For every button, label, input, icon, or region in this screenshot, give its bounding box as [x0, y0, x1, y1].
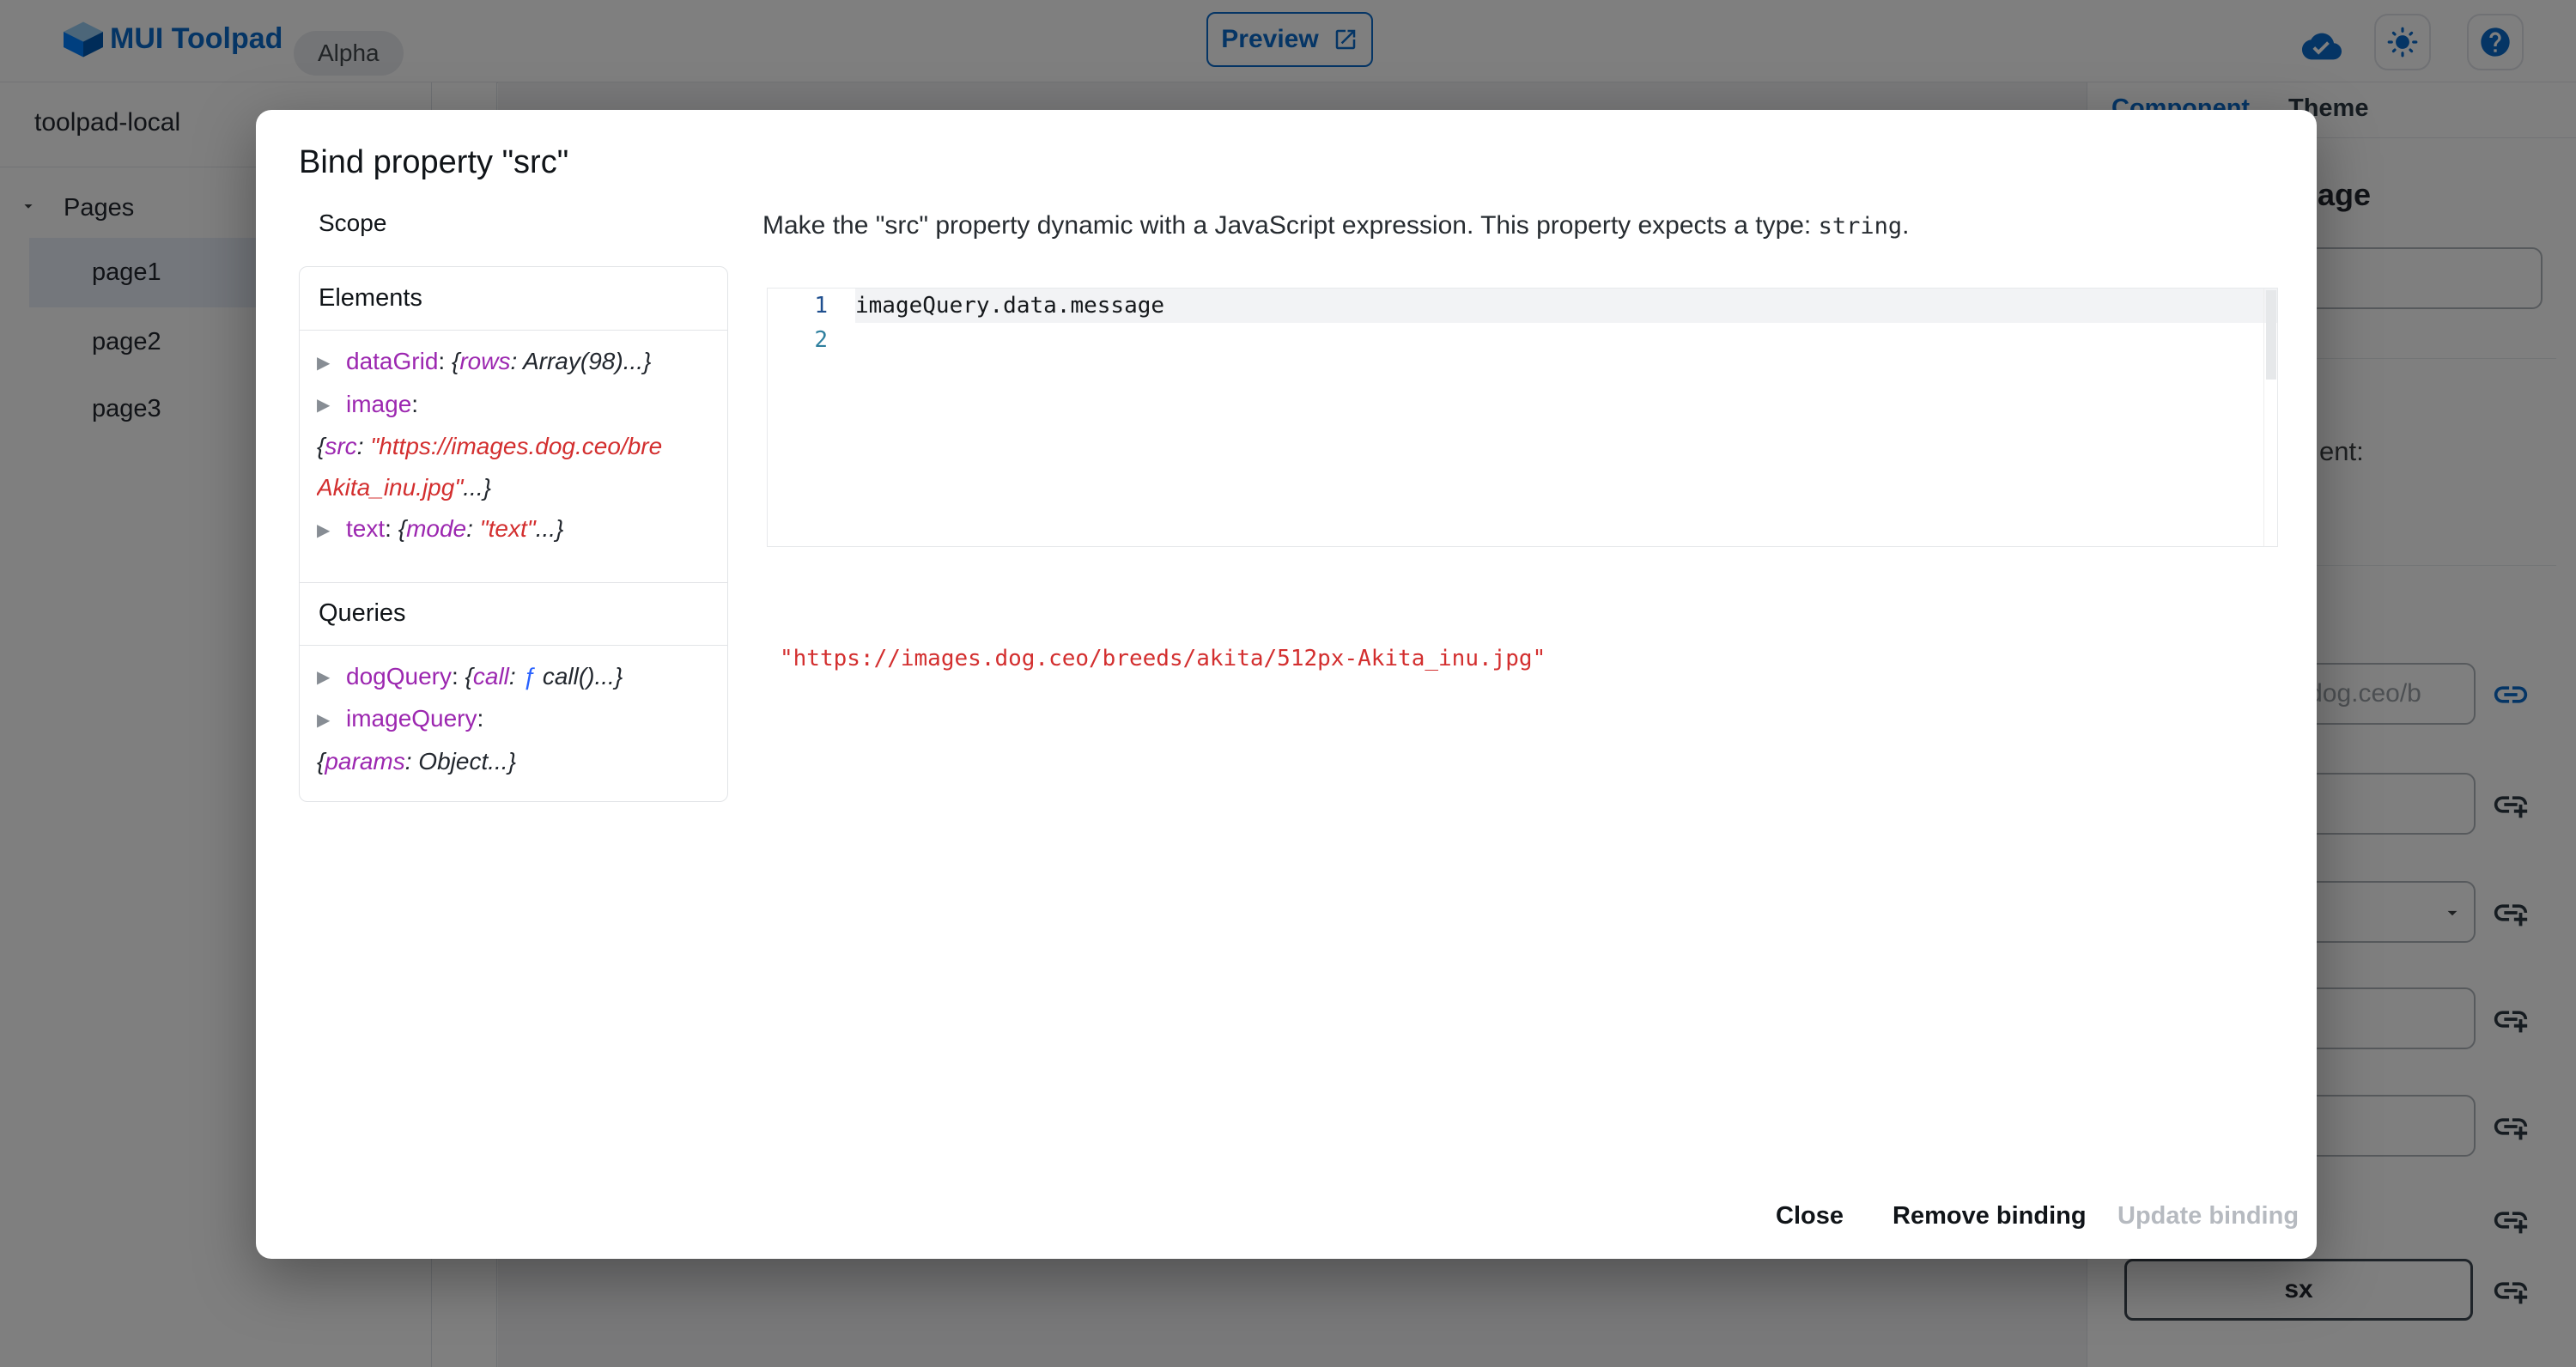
expand-arrow-icon: ▶ [317, 700, 346, 741]
scrollbar-thumb[interactable] [2266, 290, 2276, 380]
tree-item-image-preview-line1: {src: "https://images.dog.ceo/bre [317, 426, 715, 467]
editor-line: 1 imageQuery.data.message [768, 289, 2277, 323]
expand-arrow-icon: ▶ [317, 510, 346, 551]
tree-item-image-preview-line2: Akita_inu.jpg"...} [317, 467, 715, 508]
tree-item-imageQuery-preview: {params: Object...} [317, 741, 715, 782]
elements-section-header: Elements [300, 267, 727, 331]
tree-item-text[interactable]: ▶text: {mode: "text"...} [317, 508, 715, 551]
bind-property-dialog: Bind property "src" Scope Elements ▶data… [256, 110, 2317, 1259]
elements-tree: ▶dataGrid: {rows: Array(98)...} ▶image: … [300, 331, 727, 582]
scope-label: Scope [319, 210, 386, 237]
editor-code: imageQuery.data.message [855, 289, 2277, 323]
expand-arrow-icon: ▶ [317, 343, 346, 384]
expression-code-editor[interactable]: 1 imageQuery.data.message 2 [767, 288, 2278, 547]
update-binding-button[interactable]: Update binding [2117, 1202, 2299, 1230]
tree-item-image[interactable]: ▶image: [317, 384, 715, 427]
expected-type: string [1819, 213, 1903, 240]
queries-tree: ▶dogQuery: {call: ƒ call()...} ▶imageQue… [300, 646, 727, 791]
queries-section-header: Queries [300, 582, 727, 646]
tree-item-dataGrid[interactable]: ▶dataGrid: {rows: Array(98)...} [317, 341, 715, 384]
editor-scrollbar[interactable] [2263, 289, 2277, 546]
remove-binding-button[interactable]: Remove binding [1893, 1202, 2087, 1230]
expand-arrow-icon: ▶ [317, 657, 346, 698]
dialog-description: Make the "src" property dynamic with a J… [762, 211, 1910, 240]
line-number: 2 [768, 327, 828, 353]
tree-item-dogQuery[interactable]: ▶dogQuery: {call: ƒ call()...} [317, 656, 715, 699]
expression-result-preview: "https://images.dog.ceo/breeds/akita/512… [780, 646, 1546, 671]
tree-item-imageQuery[interactable]: ▶imageQuery: [317, 698, 715, 741]
dialog-title: Bind property "src" [299, 144, 568, 181]
editor-line: 2 [768, 323, 2277, 357]
dialog-actions: Close Remove binding Update binding [256, 1199, 2317, 1240]
line-number: 1 [768, 293, 828, 319]
scope-explorer: Elements ▶dataGrid: {rows: Array(98)...}… [299, 266, 728, 802]
close-button[interactable]: Close [1776, 1202, 1844, 1230]
expand-arrow-icon: ▶ [317, 385, 346, 426]
toolpad-app: MUI Toolpad Alpha Preview toolpad-local [0, 0, 2576, 1367]
